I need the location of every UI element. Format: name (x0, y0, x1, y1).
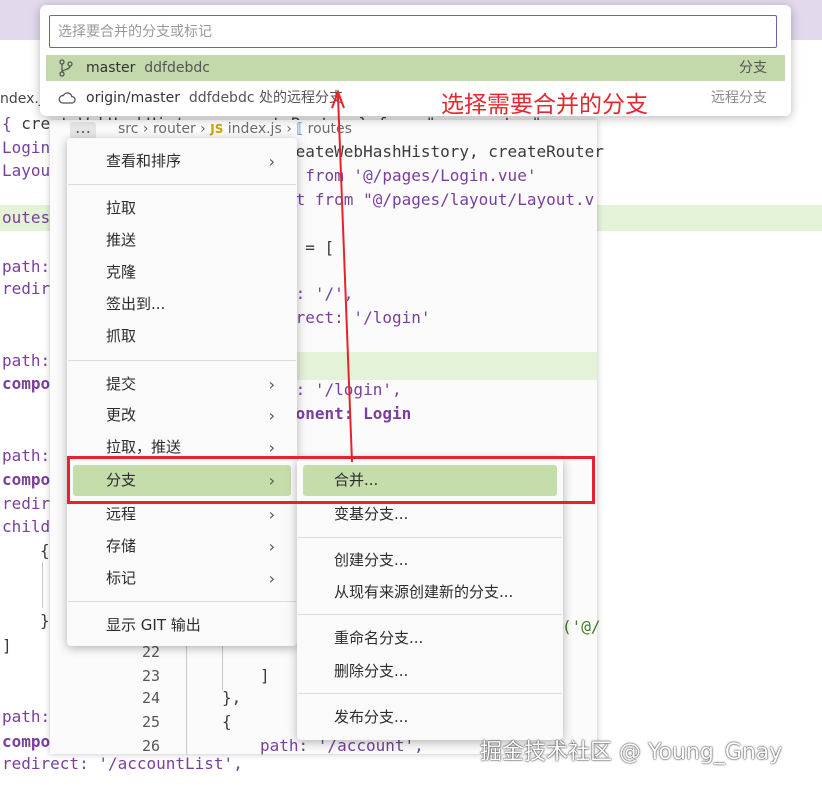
menu-item-publish-branch[interactable]: 发布分支... (303, 702, 557, 733)
code-line: path: (2, 446, 51, 465)
chevron-right-icon: › (268, 537, 275, 556)
menu-item-rename-branch[interactable]: 重命名分支... (303, 623, 557, 654)
menu-item-pull[interactable]: 拉取 (73, 193, 291, 224)
chevron-right-icon: › (142, 121, 153, 137)
code-line: compo (2, 374, 51, 393)
git-context-menu: 查看和排序 › 拉取 推送 克隆 签出到... 抓取 提交 › 更改 › 拉取，推送 ›… (67, 138, 297, 646)
branch-name: origin/master (86, 90, 180, 106)
branch-search-input[interactable] (49, 15, 777, 48)
menu-item-delete-branch[interactable]: 删除分支... (303, 656, 557, 687)
chevron-right-icon: › (268, 569, 275, 588)
code-line: reateWebHashHistory, createRouter (286, 142, 604, 161)
line-number: 25 (141, 713, 160, 731)
branch-icon (58, 55, 78, 85)
menu-item-clone[interactable]: 克隆 (73, 257, 291, 288)
indent-guide (222, 640, 223, 690)
code-line: compo (2, 732, 51, 751)
quick-pick-item-origin-master[interactable]: origin/master ddfdebdc 处的远程分支 远程分支 (46, 85, 785, 111)
code-line: ] (2, 636, 12, 655)
menu-item-commit[interactable]: 提交 › (73, 369, 291, 400)
watermark: 掘金技术社区 @ Young_Gnay (480, 740, 783, 765)
menu-separator (298, 693, 562, 694)
code-line: h: '/login', (286, 380, 402, 399)
indent-guide (186, 640, 187, 754)
code-line: } (40, 611, 50, 630)
menu-item-changes[interactable]: 更改 › (73, 400, 291, 431)
cloud-icon (58, 85, 78, 113)
menu-item-checkout[interactable]: 签出到... (73, 289, 291, 320)
menu-item-create-branch-from[interactable]: 从现有来源创建新的分支... (303, 577, 557, 608)
code-line: path: (2, 707, 51, 726)
menu-item-show-git-output[interactable]: 显示 GIT 输出 (73, 610, 291, 641)
menu-item-push[interactable]: 推送 (73, 225, 291, 256)
chevron-right-icon: › (286, 121, 297, 137)
annotation-highlight-box (67, 456, 595, 504)
quick-pick-item-master[interactable]: master ddfdebdc 分支 (46, 55, 785, 81)
code-line: path: (2, 351, 51, 370)
menu-item-tags[interactable]: 标记 › (73, 563, 291, 594)
code-line: path: (2, 257, 51, 276)
item-kind-label: 远程分支 (711, 90, 767, 106)
code-line: }, (222, 688, 242, 707)
menu-item-stash[interactable]: 存储 › (73, 531, 291, 562)
menu-item-view-sort[interactable]: 查看和排序 › (73, 146, 291, 177)
highlighted-line-band (250, 352, 597, 380)
code-line: irect: '/login' (286, 308, 431, 327)
code-line: ('@/ (562, 617, 601, 636)
indent-guide (42, 562, 43, 608)
menu-item-create-branch[interactable]: 创建分支... (303, 545, 557, 576)
menu-separator (68, 601, 296, 602)
code-line: n from '@/pages/Login.vue' (286, 166, 537, 185)
line-number: 26 (141, 737, 160, 755)
menu-separator (68, 360, 296, 361)
breadcrumb-symbol[interactable]: routes (308, 121, 352, 137)
line-number: 24 (141, 689, 160, 707)
breadcrumb-router[interactable]: router (153, 121, 196, 137)
branch-quick-pick: master ddfdebdc 分支 origin/master ddfdebd… (40, 5, 791, 116)
commit-hash: ddfdebdc (144, 60, 210, 76)
annotation-note: 选择需要合并的分支 (441, 92, 648, 118)
line-number: 23 (141, 667, 160, 685)
menu-item-fetch[interactable]: 抓取 (73, 321, 291, 352)
code-line: { (40, 541, 50, 560)
chevron-right-icon: › (268, 152, 275, 171)
breadcrumb-src[interactable]: src (118, 121, 138, 137)
symbol-icon: ⟦ (296, 121, 304, 137)
js-file-icon: JS (210, 122, 224, 136)
item-kind-label: 分支 (739, 60, 767, 76)
menu-separator (298, 614, 562, 615)
commit-hash: ddfdebdc (188, 90, 255, 106)
code-line: ] (260, 666, 270, 685)
menu-separator (68, 184, 296, 185)
menu-separator (298, 537, 562, 538)
branch-name: master (86, 60, 136, 76)
branch-description: 处的远程分支 (259, 90, 343, 106)
chevron-right-icon: › (200, 121, 211, 137)
code-line: ut from "@/pages/layout/Layout.v (286, 190, 595, 209)
code-line: ponent: Login (286, 404, 412, 423)
code-line: { (222, 712, 232, 731)
chevron-right-icon: › (268, 375, 275, 394)
breadcrumb-file[interactable]: index.js (228, 121, 282, 137)
chevron-right-icon: › (268, 406, 275, 425)
code-line: compo (2, 470, 51, 489)
code-line: child (2, 517, 51, 536)
code-line: Login (2, 138, 51, 157)
